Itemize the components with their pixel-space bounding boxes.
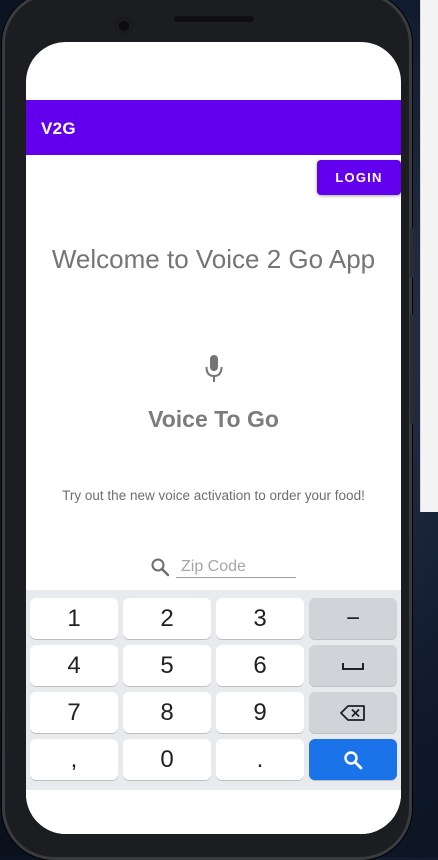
key-4[interactable]: 4	[30, 645, 118, 686]
key-5[interactable]: 5	[123, 645, 211, 686]
login-button[interactable]: LOGIN	[317, 160, 401, 195]
power-button	[410, 314, 414, 424]
earpiece-speaker	[174, 16, 254, 22]
key-2[interactable]: 2	[123, 598, 211, 639]
key-space[interactable]	[309, 645, 397, 686]
zip-code-placeholder: Zip Code	[181, 558, 246, 575]
welcome-heading: Welcome to Voice 2 Go App	[51, 244, 376, 274]
background-window-edge	[420, 0, 438, 512]
key-minus[interactable]: −	[309, 598, 397, 639]
key-comma[interactable]: ,	[30, 739, 118, 780]
key-search[interactable]	[309, 739, 397, 780]
key-0[interactable]: 0	[123, 739, 211, 780]
tagline-text: Try out the new voice activation to orde…	[62, 488, 365, 503]
key-3[interactable]: 3	[216, 598, 304, 639]
microphone-icon[interactable]	[204, 354, 224, 384]
search-icon	[344, 750, 363, 769]
key-8[interactable]: 8	[123, 692, 211, 733]
phone-screen: V2G LOGIN Welcome to Voice 2 Go App Voic…	[26, 42, 401, 834]
voice-to-go-title: Voice To Go	[148, 406, 279, 432]
volume-button	[410, 228, 414, 278]
app-bar: V2G	[26, 100, 401, 155]
zip-code-input[interactable]: Zip Code	[176, 557, 296, 578]
space-icon	[342, 662, 364, 670]
backspace-icon	[340, 704, 365, 721]
key-9[interactable]: 9	[216, 692, 304, 733]
key-period[interactable]: .	[216, 739, 304, 780]
phone-frame: V2G LOGIN Welcome to Voice 2 Go App Voic…	[2, 0, 414, 860]
search-icon	[151, 558, 170, 577]
navigation-area	[26, 790, 401, 834]
key-7[interactable]: 7	[30, 692, 118, 733]
numeric-keyboard: 1 2 3 − 4 5 6 7 8 9 , 0 .	[26, 590, 401, 790]
front-camera	[115, 17, 133, 35]
key-6[interactable]: 6	[216, 645, 304, 686]
key-1[interactable]: 1	[30, 598, 118, 639]
key-backspace[interactable]	[309, 692, 397, 733]
app-title: V2G	[41, 119, 76, 138]
